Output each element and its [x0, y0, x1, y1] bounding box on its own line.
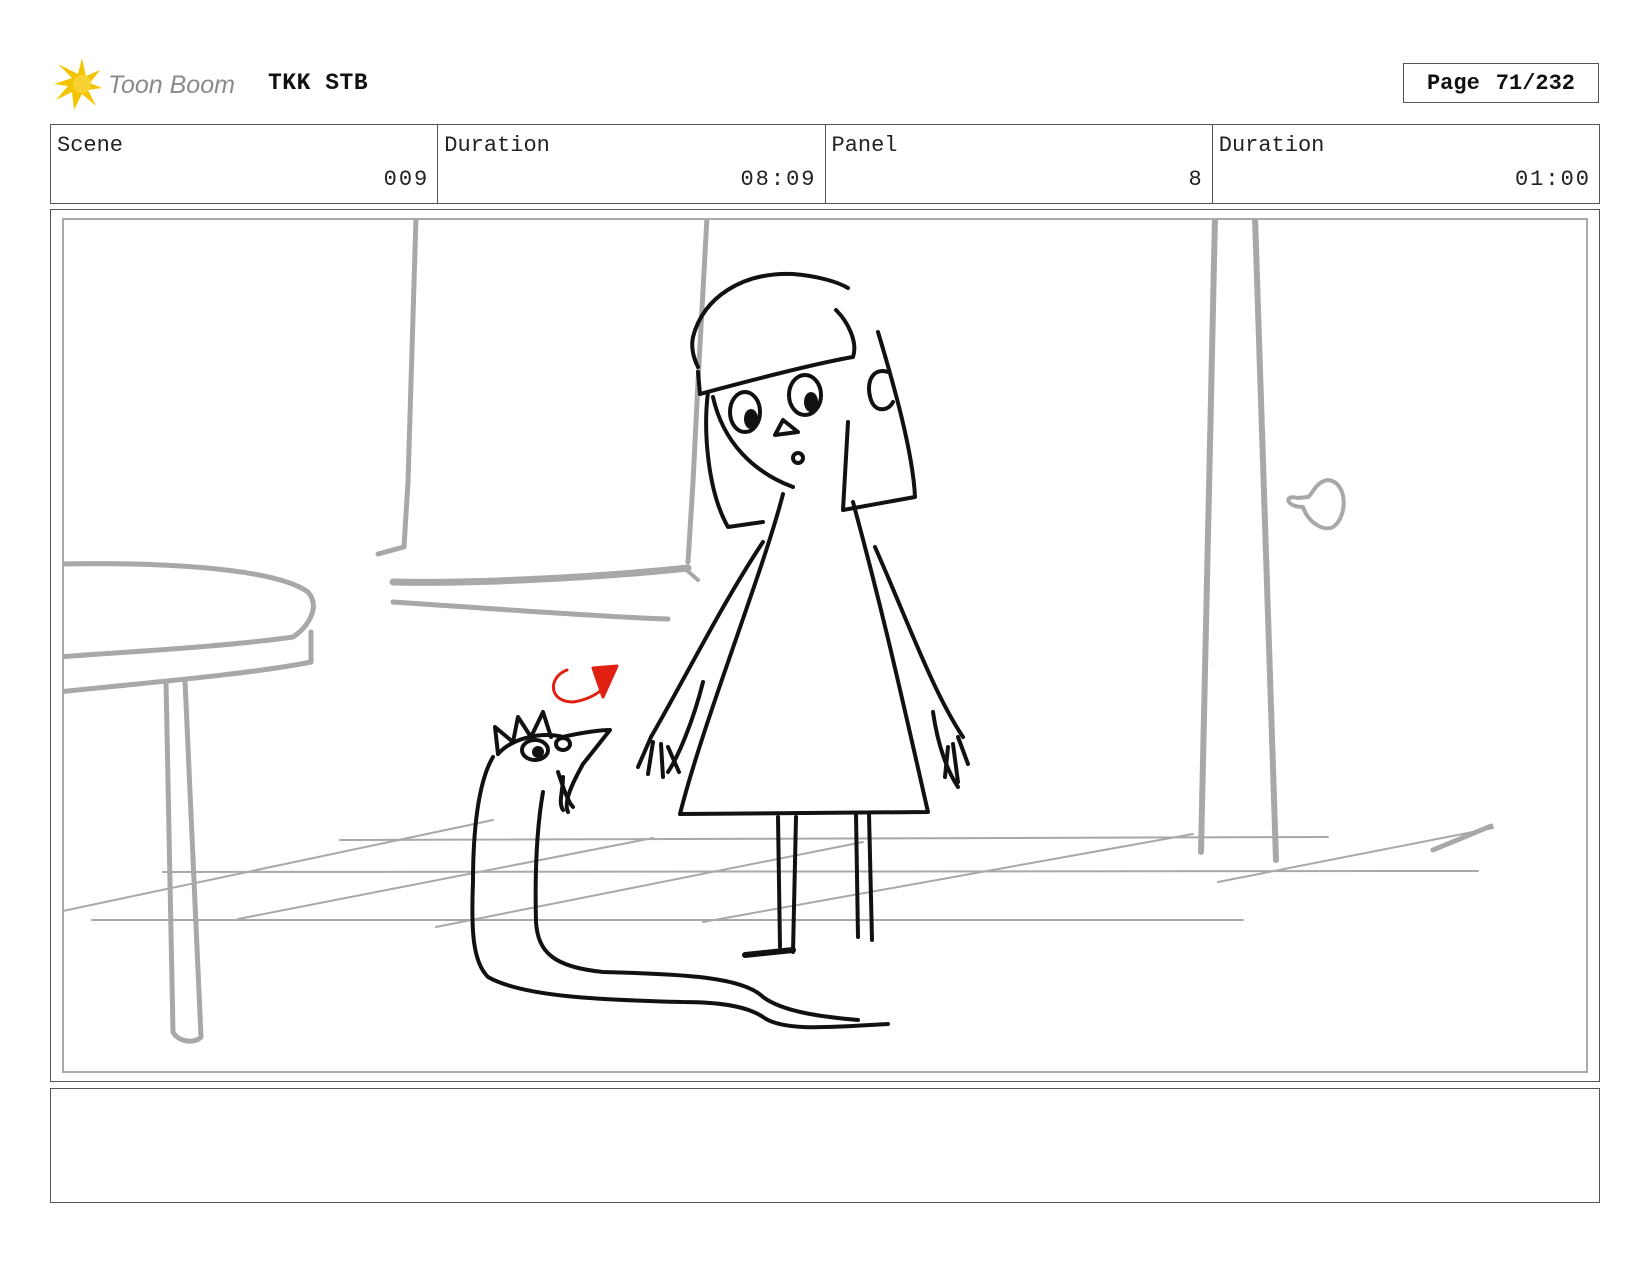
table-leg-1 — [163, 679, 176, 1035]
window-sill — [389, 564, 692, 586]
girl-right-leg — [854, 812, 874, 942]
girl-dress — [678, 492, 930, 816]
creature-eye-right — [554, 736, 572, 752]
storyboard-info-row: Scene 009 Duration 08:09 Panel 8 Duratio… — [50, 124, 1600, 204]
table-leg-2 — [170, 677, 204, 1044]
project-title: TKK STB — [268, 70, 369, 96]
toon-boom-logo: Toon Boom — [52, 56, 252, 112]
door-knob — [1286, 478, 1346, 531]
panel-drawing-area — [62, 218, 1588, 1073]
character-layer — [470, 271, 970, 1030]
page-indicator: Page 71/232 — [1403, 63, 1599, 103]
motion-arrow-icon — [551, 664, 619, 704]
panel-cell: Panel 8 — [826, 125, 1213, 203]
logo-text: Toon Boom — [108, 71, 235, 99]
page-number: 71/232 — [1495, 70, 1576, 96]
panel-duration-value: 01:00 — [1514, 167, 1591, 192]
scene-value: 009 — [383, 167, 430, 192]
girl-bangs — [698, 308, 857, 396]
scene-duration-value: 08:09 — [740, 167, 817, 192]
panel-value: 8 — [1188, 167, 1204, 192]
girl-right-eye — [787, 373, 823, 417]
panel-duration-cell: Duration 01:00 — [1213, 125, 1599, 203]
girl-mouth — [791, 451, 805, 465]
girl-left-foot — [742, 947, 796, 958]
notes-box — [50, 1088, 1600, 1203]
logo-star-icon: Toon Boom — [54, 58, 235, 110]
scene-duration-label: Duration — [444, 133, 550, 158]
window-left-edge — [375, 220, 419, 557]
door-frame-right — [1252, 220, 1279, 863]
page-label: Page — [1426, 70, 1480, 96]
scene-label: Scene — [57, 133, 124, 158]
storyboard-sketch — [64, 220, 1494, 1044]
door-frame-left — [1198, 220, 1218, 855]
panel-duration-label: Duration — [1218, 133, 1325, 158]
girl-left-leg — [776, 815, 798, 954]
panel-label: Panel — [831, 133, 898, 158]
scene-cell: Scene 009 — [51, 125, 439, 203]
window-sill-lower — [390, 599, 671, 622]
girl-nose — [773, 418, 800, 437]
creature-body-inner — [533, 790, 860, 1022]
table-top — [64, 561, 316, 660]
panel-frame — [50, 209, 1600, 1082]
scene-duration-cell: Duration 08:09 — [438, 125, 826, 203]
girl-hair-top — [691, 271, 850, 339]
